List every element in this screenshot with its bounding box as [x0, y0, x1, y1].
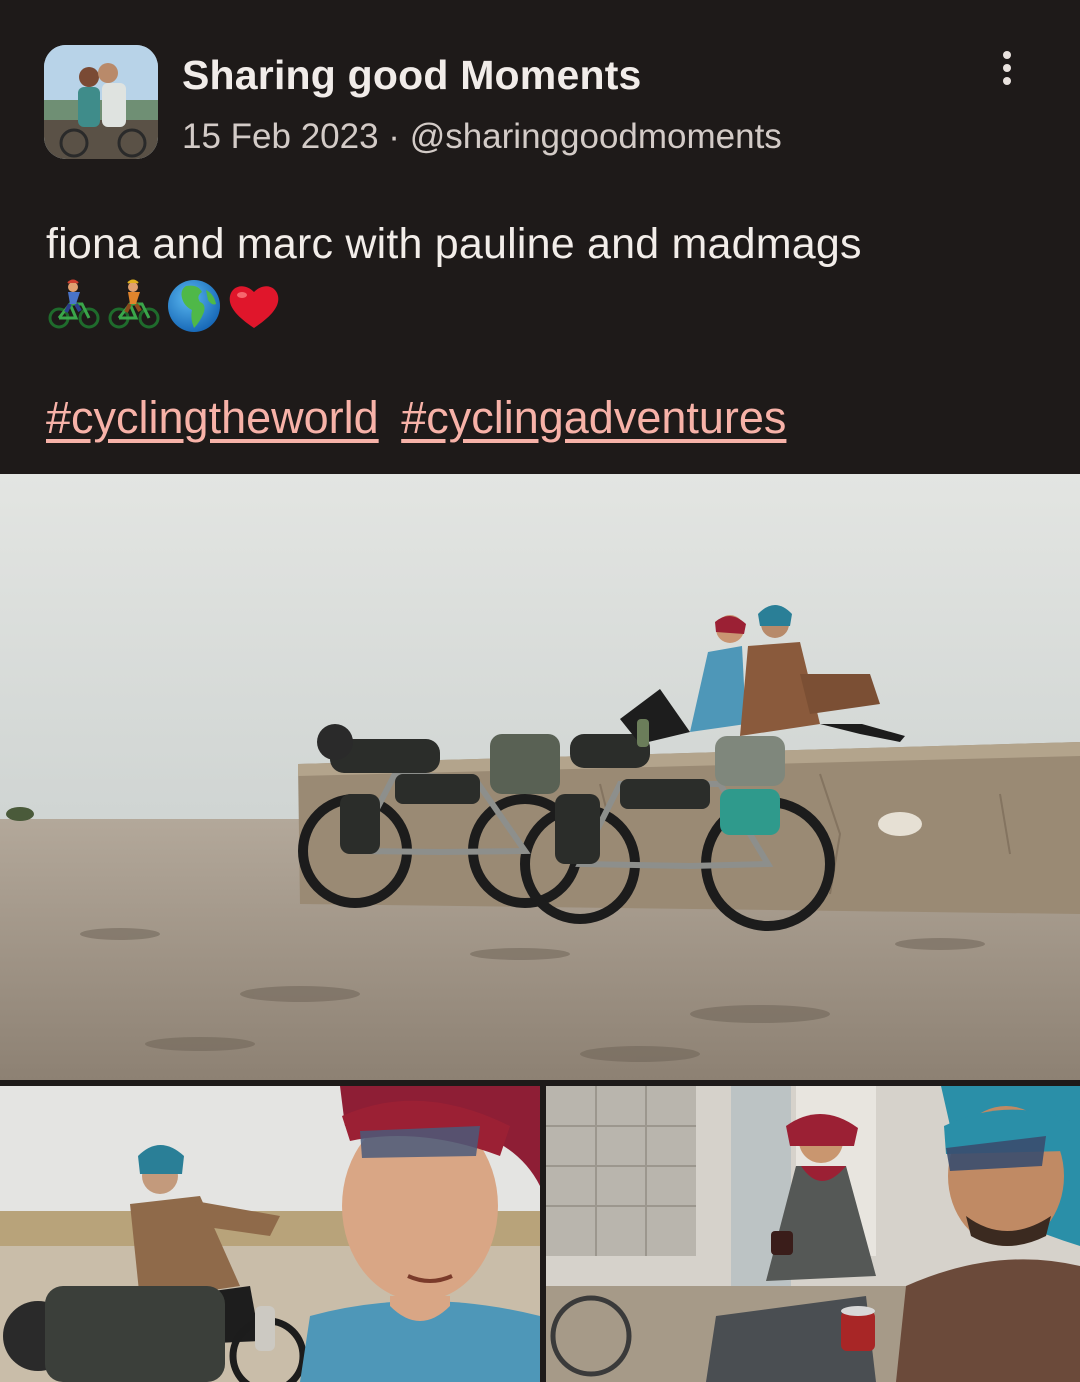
avatar[interactable] — [44, 45, 158, 159]
photo-tea-selfie — [546, 1086, 1080, 1382]
post-photo-bottom-left[interactable] — [0, 1086, 540, 1382]
bicycle-rider-icon — [108, 279, 160, 329]
hashtag-link[interactable]: #cyclingtheworld — [46, 392, 379, 443]
hashtags: #cyclingtheworld #cyclingadventures — [46, 392, 796, 444]
photo-cyclists-resting — [0, 474, 1080, 1080]
dot-icon — [1003, 77, 1011, 85]
post-photo-main[interactable] — [0, 474, 1080, 1080]
post-header: Sharing good Moments 15 Feb 2023 · @shar… — [0, 0, 1080, 474]
post-caption: fiona and marc with pauline and madmags — [46, 220, 862, 268]
dot-icon — [1003, 64, 1011, 72]
hashtag-link[interactable]: #cyclingadventures — [401, 392, 786, 443]
author-name[interactable]: Sharing good Moments — [182, 52, 642, 99]
heart-icon — [229, 286, 279, 328]
photo-selfie-headscarf — [0, 1086, 540, 1382]
post-meta: 15 Feb 2023 · @sharinggoodmoments — [182, 117, 782, 157]
avatar-photo — [44, 45, 158, 159]
more-options-button[interactable] — [986, 44, 1028, 92]
author-handle[interactable]: @sharinggoodmoments — [410, 117, 782, 156]
caption-emojis — [46, 278, 282, 334]
meta-separator: · — [388, 117, 400, 156]
globe-icon — [168, 280, 220, 332]
post-photo-bottom-right[interactable] — [546, 1086, 1080, 1382]
bicycle-rider-icon — [48, 279, 100, 329]
post-date: 15 Feb 2023 — [182, 117, 379, 156]
dot-icon — [1003, 51, 1011, 59]
